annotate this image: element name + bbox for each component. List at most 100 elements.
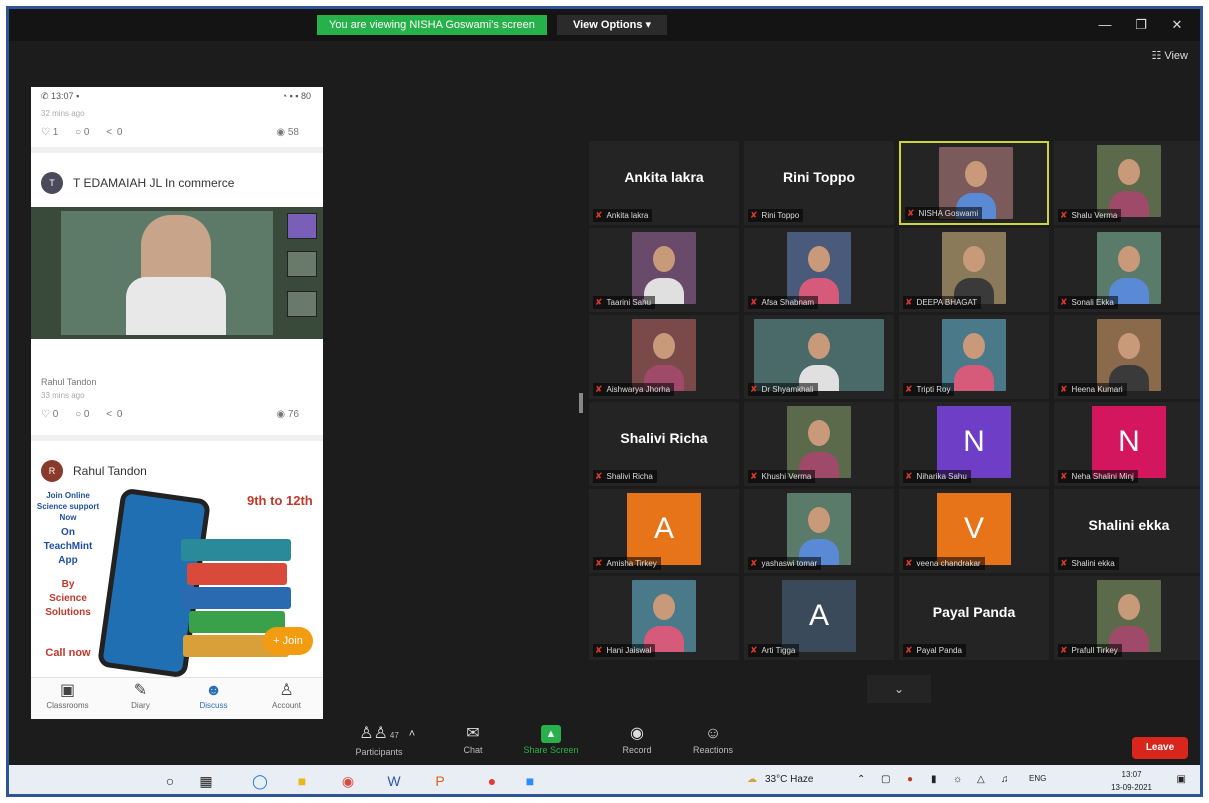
minimize-icon[interactable]: — <box>1090 15 1120 35</box>
comment-button[interactable]: ○ 0 <box>75 127 89 138</box>
volume-icon[interactable]: ♫ <box>1001 774 1009 785</box>
powerpoint-icon[interactable]: P <box>429 771 451 791</box>
language-indicator[interactable]: ENG <box>1029 774 1046 783</box>
participant-tile[interactable]: ✘ Aishwarya Jhorha <box>589 315 739 399</box>
muted-mic-icon: ✘ <box>595 471 603 481</box>
participant-tile[interactable]: ✘ NISHA Goswami <box>899 141 1049 225</box>
book-illustration <box>181 539 291 561</box>
participant-tile[interactable]: ✘ yashaswi tomar <box>744 489 894 573</box>
participant-tile[interactable]: ✘ Prafull Tirkey <box>1054 576 1200 660</box>
clock-time: 13:07 <box>1121 770 1142 779</box>
participant-video <box>942 232 1006 304</box>
nav-account[interactable]: ♙ Account <box>250 678 323 719</box>
record-button[interactable]: ◉ Record <box>597 723 677 755</box>
search-icon[interactable]: ○ <box>159 771 181 791</box>
chat-button[interactable]: ✉ Chat <box>433 723 513 755</box>
participant-name-label: ✘ Shalini ekka <box>1058 557 1119 570</box>
participant-tile[interactable]: ✘ Sonali Ekka <box>1054 228 1200 312</box>
restore-icon[interactable]: ❐ <box>1126 15 1156 35</box>
avatar[interactable]: R <box>41 460 63 482</box>
leave-button[interactable]: Leave <box>1132 737 1188 759</box>
participant-tile[interactable]: Payal Panda ✘ Payal Panda <box>899 576 1049 660</box>
participant-tile[interactable]: ✘ DEEPA BHAGAT <box>899 228 1049 312</box>
participant-name-label: ✘ Shalu Verma <box>1058 209 1122 222</box>
poster-text: Now <box>59 513 77 522</box>
participant-name: Shalini ekka <box>1071 559 1115 568</box>
promo-poster[interactable]: Join Online Science support Now On Teach… <box>31 487 323 677</box>
notification-icon[interactable]: ▣ <box>1177 774 1186 785</box>
participant-tile[interactable]: Shalivi Richa ✘ Shalivi Richa <box>589 402 739 486</box>
tray-app-icon[interactable]: ● <box>907 774 913 785</box>
join-button[interactable]: + Join <box>263 627 313 655</box>
participant-tile[interactable]: Shalini ekka ✘ Shalini ekka <box>1054 489 1200 573</box>
participant-name-label: ✘ veena chandrakar <box>903 557 985 570</box>
panel-splitter-handle[interactable] <box>579 393 583 413</box>
word-icon[interactable]: W <box>383 771 405 791</box>
participant-video <box>1097 232 1161 304</box>
participant-tile[interactable]: A ✘ Amisha Tirkey <box>589 489 739 573</box>
participant-tile[interactable]: ✘ Khushi Verma <box>744 402 894 486</box>
nav-diary[interactable]: ✎ Diary <box>104 678 177 719</box>
post-actions: ♡ 0 ○ 0 < 0 ◉ 76 <box>41 409 313 423</box>
participant-tile[interactable]: ✘ Tripti Roy <box>899 315 1049 399</box>
teacher-video-thumbnail[interactable] <box>31 207 323 339</box>
share-button[interactable]: < 0 <box>106 409 122 420</box>
participant-name: Hani Jaiswal <box>606 646 652 655</box>
participant-face <box>963 246 985 272</box>
participant-tile[interactable]: Ankita lakra ✘ Ankita lakra <box>589 141 739 225</box>
network-icon[interactable]: △ <box>977 774 985 785</box>
chat-label: Chat <box>463 745 483 755</box>
participant-name: Arti Tigga <box>761 646 796 655</box>
tray-app-icon[interactable]: ▮ <box>931 774 937 785</box>
participant-tile[interactable]: N ✘ Niharika Sahu <box>899 402 1049 486</box>
taskbar-clock[interactable]: 13:07 13-09-2021 <box>1111 768 1152 794</box>
like-button[interactable]: ♡ 0 <box>41 409 58 420</box>
tray-chevron-icon[interactable]: ⌃ <box>857 774 865 785</box>
task-view-icon[interactable]: ▦ <box>195 771 217 791</box>
like-button[interactable]: ♡ 1 <box>41 127 58 138</box>
participant-tile[interactable]: ✘ Dr Shyamkhali <box>744 315 894 399</box>
file-explorer-icon[interactable]: ■ <box>291 771 313 791</box>
participant-tile[interactable]: ✘ Hani Jaiswal <box>589 576 739 660</box>
participant-initial-avatar: A <box>627 493 701 565</box>
participant-name: Taarini Sahu <box>606 298 652 307</box>
app-icon[interactable]: ● <box>481 771 503 791</box>
participant-name: Afsa Shabnam <box>761 298 815 307</box>
reactions-button[interactable]: ☺ Reactions <box>673 723 753 755</box>
muted-mic-icon: ✘ <box>1060 210 1068 220</box>
share-screen-button[interactable]: ▲ Share Screen <box>511 723 591 755</box>
participant-face <box>808 507 830 533</box>
edge-browser-icon[interactable]: ◯ <box>249 771 271 791</box>
nav-discuss[interactable]: ☻ Discuss <box>177 678 250 719</box>
participants-caret-button[interactable]: ˄ <box>397 723 427 745</box>
chevron-down-icon[interactable]: ⌄ <box>867 675 931 703</box>
close-icon[interactable]: ✕ <box>1162 15 1192 35</box>
muted-mic-icon: ✘ <box>1060 645 1068 655</box>
zoom-app-icon[interactable]: ■ <box>519 771 541 791</box>
wifi-icon[interactable]: ☼ <box>953 774 962 785</box>
participant-face <box>1118 333 1140 359</box>
participant-tile[interactable]: ✘ Heena Kumari <box>1054 315 1200 399</box>
participant-tile[interactable]: ✘ Afsa Shabnam <box>744 228 894 312</box>
phone-status-bar: ✆ 13:07 ▪ ◔ ▪ ▪ 80 <box>31 87 323 105</box>
participant-tile[interactable]: V ✘ veena chandrakar <box>899 489 1049 573</box>
share-button[interactable]: < 0 <box>106 127 122 138</box>
post-author[interactable]: T EDAMAIAH JL In commerce <box>73 176 234 190</box>
poster-text: By <box>61 579 75 590</box>
avatar[interactable]: T <box>41 172 63 194</box>
chrome-icon[interactable]: ◉ <box>337 771 359 791</box>
share-screen-label: Share Screen <box>523 745 579 755</box>
participant-tile[interactable]: ✘ Shalu Verma <box>1054 141 1200 225</box>
participant-tile[interactable]: ✘ Taarini Sahu <box>589 228 739 312</box>
participant-tile[interactable]: Rini Toppo ✘ Rini Toppo <box>744 141 894 225</box>
post-author[interactable]: Rahul Tandon <box>73 464 147 478</box>
participant-tile[interactable]: N ✘ Neha Shalini Minj <box>1054 402 1200 486</box>
participant-tile[interactable]: A ✘ Arti Tigga <box>744 576 894 660</box>
nav-classrooms[interactable]: ▣ Classrooms <box>31 678 104 719</box>
weather-text[interactable]: 33°C Haze <box>765 774 813 785</box>
comment-button[interactable]: ○ 0 <box>75 409 89 420</box>
view-layout-button[interactable]: ☷ View <box>1151 49 1188 62</box>
weather-icon: ☁ <box>747 774 757 785</box>
view-options-button[interactable]: View Options ▾ <box>557 15 667 35</box>
tray-app-icon[interactable]: ▢ <box>881 774 890 785</box>
